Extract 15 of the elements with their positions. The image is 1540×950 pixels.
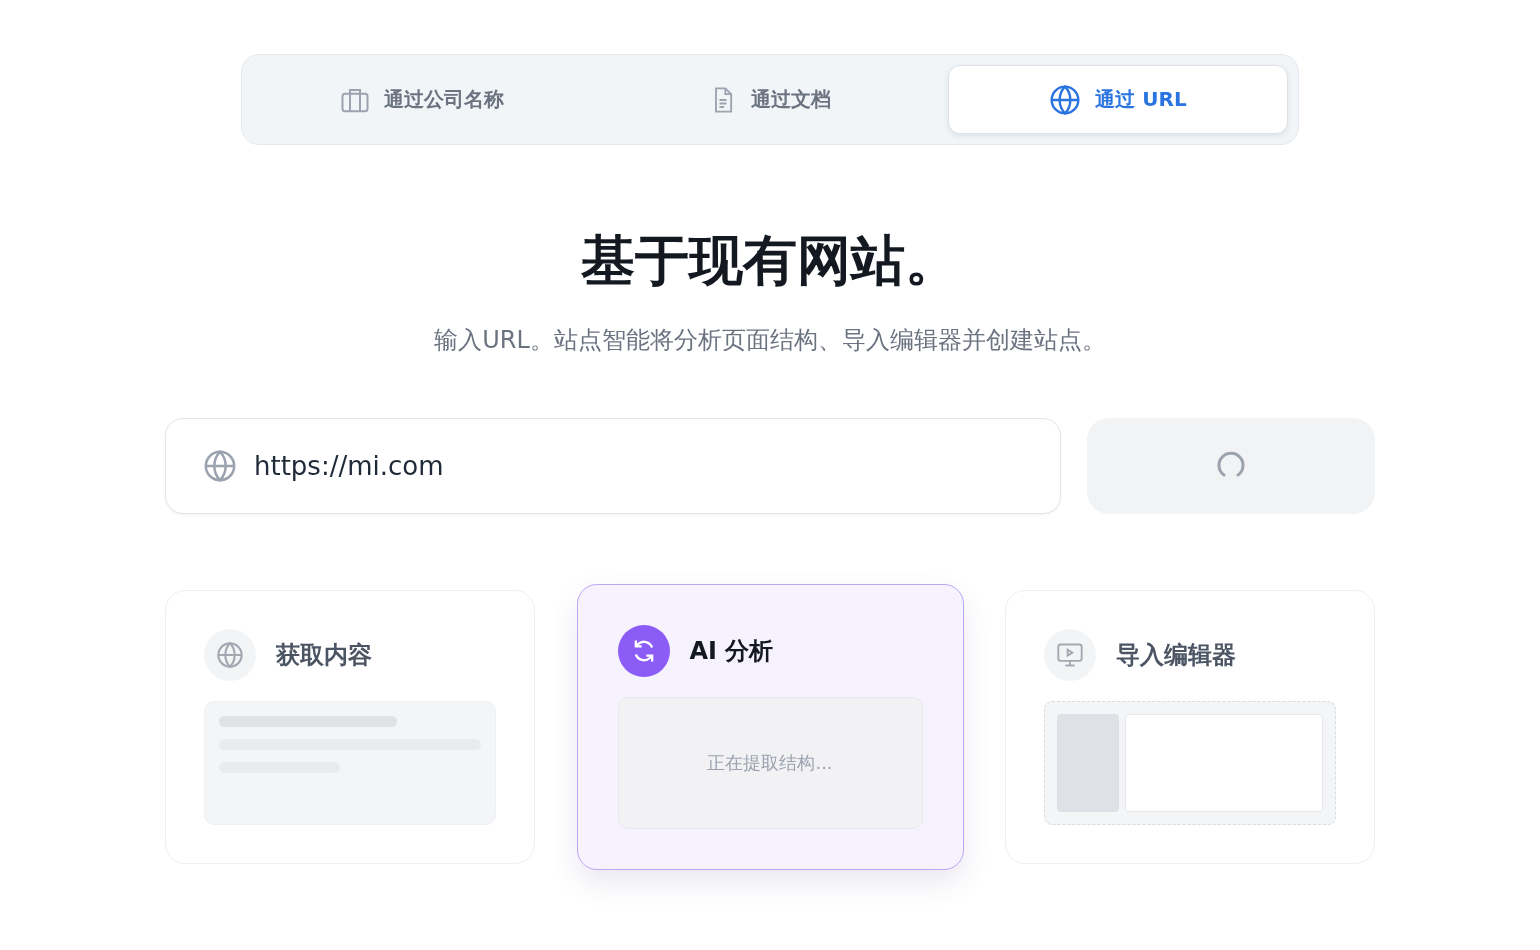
tab[interactable]: 通过 URL — [948, 65, 1288, 134]
url-field[interactable]: https://mi.com — [165, 418, 1061, 514]
tab[interactable]: 通过文档 — [600, 65, 940, 134]
globe-icon — [216, 641, 244, 669]
tab[interactable]: 通过公司名称 — [252, 65, 592, 134]
page-subtitle: 输入URL。站点智能将分析页面结构、导入编辑器并创建站点。 — [434, 325, 1106, 356]
step-title: 导入编辑器 — [1116, 640, 1236, 671]
page-heading: 基于现有网站。 — [581, 228, 959, 294]
submit-button[interactable] — [1087, 418, 1375, 514]
step-title: 获取内容 — [276, 640, 372, 671]
monitor-play-icon — [1056, 641, 1084, 669]
globe-icon — [203, 449, 237, 483]
globe-icon — [1049, 83, 1082, 116]
step-title: AI 分析 — [689, 636, 774, 667]
status-text: 正在提取结构... — [707, 751, 833, 775]
